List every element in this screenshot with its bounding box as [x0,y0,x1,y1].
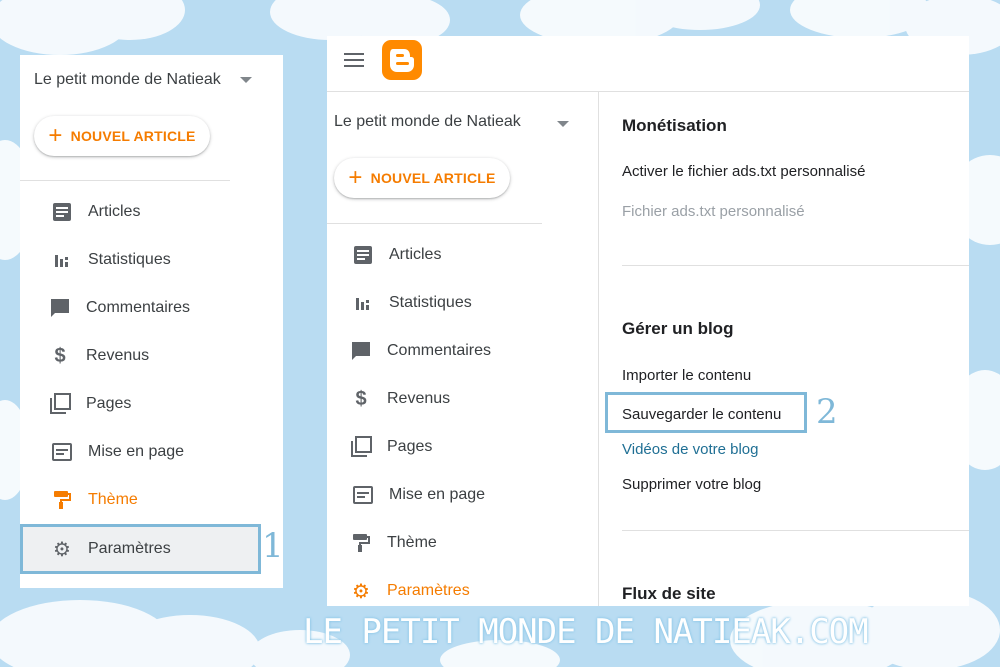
layout-icon [50,440,74,464]
setting-custom-ads-txt: Fichier ads.txt personnalisé [622,203,805,220]
sidebar-item-statistiques[interactable]: Statistiques [351,281,581,325]
sidebar-item-mise-en-page[interactable]: Mise en page [351,473,581,517]
dollar-icon: $ [355,387,367,410]
step-number-2: 2 [816,392,838,432]
divider [327,223,542,224]
sidebar-item-commentaires[interactable]: Commentaires [349,329,579,373]
sidebar-item-articles[interactable]: Articles [351,233,581,277]
step-number-1: 1 [262,526,284,566]
pages-icon [48,392,72,416]
sidebar-item-theme[interactable]: Thème [349,521,579,565]
new-article-button[interactable]: + NOUVEL ARTICLE [334,158,510,198]
sidebar-item-label: Pages [86,395,132,412]
sidebar-item-commentaires[interactable]: Commentaires [48,286,278,330]
section-title-manage-blog: Gérer un blog [622,319,734,338]
article-icon [50,200,74,224]
sidebar-item-label: Articles [88,203,141,220]
divider [622,530,969,531]
blog-name: Le petit monde de Natieak [334,113,521,130]
section-title-site-feed: Flux de site [622,584,716,603]
blog-name: Le petit monde de Natieak [34,71,221,88]
stats-icon [351,291,375,315]
sidebar-item-label: Pages [387,438,433,455]
comment-icon [48,296,72,320]
sidebar-item-theme[interactable]: Thème [50,478,280,522]
sidebar-item-statistiques[interactable]: Statistiques [50,238,280,282]
setting-import-content[interactable]: Importer le contenu [622,367,751,384]
sidebar-item-label: Mise en page [389,486,486,503]
new-article-label: NOUVEL ARTICLE [370,170,496,186]
highlight-box-parametres [20,524,261,574]
top-bar [327,36,969,92]
sidebar-item-label: Commentaires [86,299,191,316]
sidebar-item-label: Articles [389,246,442,263]
section-title-monetisation: Monétisation [622,116,727,135]
sidebar-item-parametres[interactable]: ⚙ Paramètres [349,569,579,606]
sidebar-item-mise-en-page[interactable]: Mise en page [50,430,280,474]
plus-icon: + [48,122,63,149]
pages-icon [349,435,373,459]
comment-icon [349,339,373,363]
layout-icon [351,483,375,507]
plus-icon: + [348,164,363,191]
sidebar-item-label: Paramètres [387,582,470,599]
gear-icon: ⚙ [352,580,370,603]
footer-brand-watermark: LE PETIT MONDE DE NATIEAK.COM [303,612,869,652]
sidebar-item-label: Revenus [387,390,451,407]
sidebar-item-pages[interactable]: Pages [349,425,579,469]
blog-selector[interactable]: Le petit monde de Natieak [34,71,221,89]
blog-selector[interactable]: Le petit monde de Natieak [334,113,521,131]
menu-icon[interactable] [344,53,364,67]
setting-delete-blog[interactable]: Supprimer votre blog [622,476,761,493]
blogger-window: Le petit monde de Natieak + NOUVEL ARTIC… [327,36,969,606]
sidebar-item-revenus[interactable]: $ Revenus [48,334,278,378]
setting-blog-videos[interactable]: Vidéos de votre blog [622,441,759,458]
sidebar-item-pages[interactable]: Pages [48,382,278,426]
sidebar-panel-left: Le petit monde de Natieak + NOUVEL ARTIC… [20,55,283,588]
sidebar-item-label: Thème [387,534,437,551]
chevron-down-icon[interactable] [240,77,252,83]
paint-roller-icon [50,488,74,512]
new-article-button[interactable]: + NOUVEL ARTICLE [34,116,210,156]
sidebar-item-label: Statistiques [88,251,171,268]
blogger-logo-icon [382,40,422,80]
dollar-icon: $ [54,344,66,367]
chevron-down-icon[interactable] [557,121,569,127]
paint-roller-icon [349,531,373,555]
setting-activate-ads-txt[interactable]: Activer le fichier ads.txt personnalisé [622,163,865,180]
divider [622,265,969,266]
vertical-divider [598,92,599,606]
sidebar-item-articles[interactable]: Articles [50,190,280,234]
divider [20,180,230,181]
sidebar-item-label: Mise en page [88,443,185,460]
sidebar-item-label: Commentaires [387,342,492,359]
stats-icon [50,248,74,272]
sidebar-item-label: Statistiques [389,294,472,311]
new-article-label: NOUVEL ARTICLE [70,128,196,144]
sidebar-item-revenus[interactable]: $ Revenus [349,377,579,421]
article-icon [351,243,375,267]
highlight-box-backup [605,392,807,433]
sidebar-item-label: Thème [88,491,138,508]
sidebar-item-label: Revenus [86,347,150,364]
